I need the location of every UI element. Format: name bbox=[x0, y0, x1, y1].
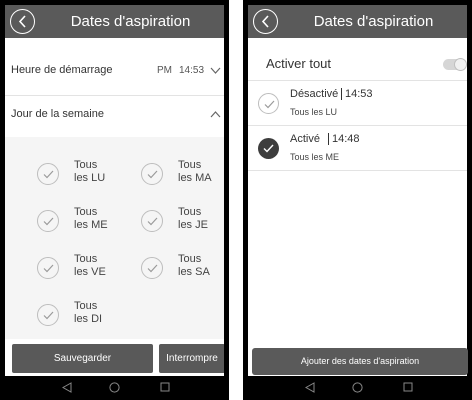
save-button[interactable]: Sauvegarder bbox=[12, 344, 153, 373]
entry-time: 14:53 bbox=[341, 88, 373, 100]
nav-recents-icon[interactable] bbox=[403, 382, 413, 392]
chevron-down-icon bbox=[210, 67, 221, 74]
nav-home-icon[interactable] bbox=[352, 382, 363, 393]
entry-status: Désactivé bbox=[290, 88, 339, 100]
entry-time: 14:48 bbox=[328, 133, 360, 145]
day-label-line1: Tous bbox=[178, 206, 202, 218]
day-label-line1: Tous bbox=[178, 159, 202, 171]
day-label-line2: les ME bbox=[74, 219, 108, 231]
nav-home-icon[interactable] bbox=[109, 382, 120, 393]
day-label-line2: les MA bbox=[178, 172, 212, 184]
title-bar: Dates d'aspiration bbox=[248, 5, 467, 38]
check-circle-icon bbox=[141, 210, 163, 232]
day-option-di[interactable]: Tous les DI bbox=[37, 300, 137, 340]
day-label-line2: les VE bbox=[74, 266, 106, 278]
page-title: Dates d'aspiration bbox=[313, 13, 434, 30]
check-circle-icon bbox=[37, 304, 59, 326]
schedule-entry[interactable]: Désactivé 14:53 Tous les LU bbox=[248, 81, 467, 125]
day-label-line1: Tous bbox=[178, 253, 202, 265]
day-option-je[interactable]: Tous les JE bbox=[141, 206, 224, 246]
weekday-section-header[interactable]: Jour de la semaine bbox=[5, 96, 224, 137]
screen-left: Dates d'aspiration Heure de démarrage PM… bbox=[5, 5, 224, 376]
phone-left: Dates d'aspiration Heure de démarrage PM… bbox=[0, 0, 229, 400]
day-label-line1: Tous bbox=[74, 159, 98, 171]
activate-all-row: Activer tout bbox=[248, 49, 467, 79]
check-circle-icon bbox=[37, 210, 59, 232]
day-label-line1: Tous bbox=[74, 206, 98, 218]
check-circle-icon[interactable] bbox=[258, 138, 279, 159]
check-circle-icon[interactable] bbox=[258, 93, 279, 114]
nav-back-icon[interactable] bbox=[305, 382, 315, 393]
system-nav-bar bbox=[0, 376, 229, 400]
system-nav-bar bbox=[243, 376, 472, 400]
weekday-grid: Tous les LU Tous les MA Tous les ME Tous… bbox=[5, 137, 224, 339]
schedule-entry[interactable]: Activé 14:48 Tous les ME bbox=[248, 126, 467, 170]
weekday-section-label: Jour de la semaine bbox=[11, 108, 104, 120]
check-circle-icon bbox=[37, 257, 59, 279]
divider bbox=[248, 170, 467, 171]
day-label-line2: les JE bbox=[178, 219, 208, 231]
back-arrow-icon bbox=[261, 15, 269, 28]
activate-all-label: Activer tout bbox=[266, 56, 332, 71]
day-option-lu[interactable]: Tous les LU bbox=[37, 159, 137, 199]
day-option-ma[interactable]: Tous les MA bbox=[141, 159, 224, 199]
entry-days: Tous les LU bbox=[290, 107, 338, 117]
day-label-line2: les DI bbox=[74, 313, 103, 325]
day-label-line1: Tous bbox=[74, 253, 98, 265]
start-time-row[interactable]: Heure de démarrage PM 14:53 bbox=[5, 38, 224, 95]
back-button[interactable] bbox=[10, 9, 35, 34]
chevron-up-icon bbox=[210, 111, 221, 118]
start-time-label: Heure de démarrage bbox=[11, 64, 113, 76]
back-arrow-icon bbox=[18, 15, 26, 28]
cancel-button[interactable]: Interrompre bbox=[159, 344, 224, 373]
check-circle-icon bbox=[141, 257, 163, 279]
page-title: Dates d'aspiration bbox=[70, 13, 191, 30]
day-label-line1: Tous bbox=[74, 300, 98, 312]
phone-right: Dates d'aspiration Activer tout Désactiv… bbox=[243, 0, 472, 400]
day-option-me[interactable]: Tous les ME bbox=[37, 206, 137, 246]
nav-back-icon[interactable] bbox=[62, 382, 72, 393]
toggle-knob bbox=[454, 58, 467, 71]
day-label-line2: les SA bbox=[178, 266, 210, 278]
check-circle-icon bbox=[141, 163, 163, 185]
day-option-sa[interactable]: Tous les SA bbox=[141, 253, 224, 293]
back-button[interactable] bbox=[253, 9, 278, 34]
add-schedule-button[interactable]: Ajouter des dates d'aspiration bbox=[252, 348, 468, 375]
check-circle-icon bbox=[37, 163, 59, 185]
screen-right: Dates d'aspiration Activer tout Désactiv… bbox=[248, 5, 467, 376]
title-bar: Dates d'aspiration bbox=[5, 5, 224, 38]
start-time-period: PM bbox=[157, 65, 172, 76]
day-label-line2: les LU bbox=[74, 172, 106, 184]
day-option-ve[interactable]: Tous les VE bbox=[37, 253, 137, 293]
entry-status: Activé bbox=[290, 133, 320, 145]
start-time-value: 14:53 bbox=[179, 65, 205, 76]
activate-all-toggle[interactable] bbox=[443, 58, 467, 71]
entry-days: Tous les ME bbox=[290, 152, 340, 162]
nav-recents-icon[interactable] bbox=[160, 382, 170, 392]
